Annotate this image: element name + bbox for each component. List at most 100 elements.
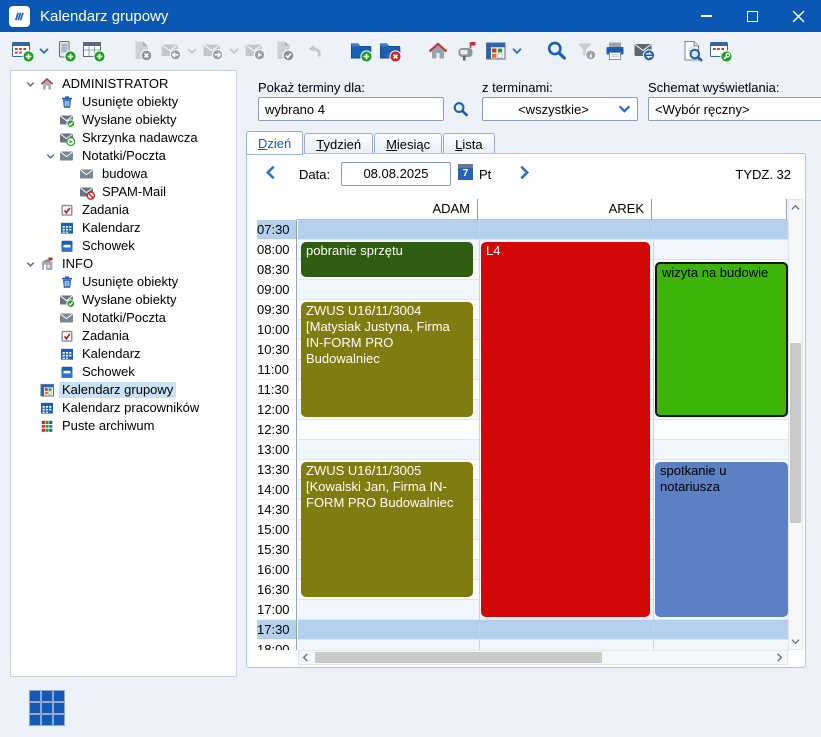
scroll-up-icon[interactable]	[789, 201, 802, 214]
tree-item-usuni-te-obiekty[interactable]: Usunięte obiekty	[11, 93, 236, 111]
delete-folder-button[interactable]	[375, 36, 404, 66]
time-label: 12:00	[257, 400, 296, 420]
week-number-label: TYDZ. 32	[735, 167, 791, 182]
calendar-event[interactable]: L4	[481, 242, 650, 617]
tree-item-spam-mail[interactable]: SPAM-Mail	[11, 183, 236, 201]
date-label: Data:	[299, 167, 330, 182]
calendar-event[interactable]: ZWUS U16/11/3005 [Kowalski Jan, Firma IN…	[301, 462, 473, 597]
print-button[interactable]	[600, 36, 629, 66]
expander-chevron-icon[interactable]	[41, 151, 59, 162]
expander-chevron-icon[interactable]	[21, 259, 39, 270]
display-scheme-select[interactable]: <Wybór ręczny>	[648, 97, 821, 121]
show-for-input[interactable]: wybrano 4	[258, 97, 444, 121]
tab-day[interactable]: Dzień	[246, 131, 303, 155]
trash-icon	[59, 274, 75, 290]
tree-item-kalendarz[interactable]: Kalendarz	[11, 219, 236, 237]
calendar-header: ADAMAREK	[297, 199, 787, 220]
time-label: 15:00	[257, 520, 296, 540]
mailbox-button[interactable]	[452, 36, 481, 66]
tree-item-label: Schowek	[79, 364, 138, 380]
tree-item-schowek[interactable]: Schowek	[11, 237, 236, 255]
close-icon	[792, 10, 805, 23]
minimize-button[interactable]	[683, 0, 729, 32]
tree-item-label: Wysłane obiekty	[79, 292, 180, 308]
toolbar-separator	[108, 36, 127, 66]
apps-grid-cell	[42, 691, 52, 701]
toolbar-separator	[658, 36, 677, 66]
horizontal-scroll-thumb[interactable]	[315, 652, 602, 663]
next-day-button[interactable]	[515, 163, 533, 181]
print-preview-button[interactable]	[677, 36, 706, 66]
mail-check-icon	[59, 112, 75, 128]
calendar-event[interactable]: ZWUS U16/11/3004 [Matysiak Justyna, Firm…	[301, 302, 473, 417]
tree-item-budowa[interactable]: budowa	[11, 165, 236, 183]
scroll-down-icon[interactable]	[789, 635, 802, 648]
send-receive-button[interactable]	[629, 36, 658, 66]
tree-item-schowek[interactable]: Schowek	[11, 363, 236, 381]
tree-item-puste-archiwum[interactable]: Puste archiwum	[11, 417, 236, 435]
tree-item-notatki-poczta[interactable]: Notatki/Poczta	[11, 309, 236, 327]
mail-icon	[79, 166, 95, 182]
home-button[interactable]	[423, 36, 452, 66]
tree-item-wys-ane-obiekty[interactable]: Wysłane obiekty	[11, 291, 236, 309]
time-label: 13:00	[257, 440, 296, 460]
grid-row-1730[interactable]	[298, 620, 788, 640]
tab-list[interactable]: Lista	[443, 133, 494, 155]
new-folder-button[interactable]	[346, 36, 375, 66]
new-entry-button[interactable]	[79, 36, 108, 66]
date-picker-icon[interactable]: 7	[458, 164, 473, 180]
scroll-left-icon[interactable]	[299, 651, 312, 664]
mail-sync-icon	[632, 39, 656, 63]
minimize-icon	[701, 15, 712, 17]
horizontal-scrollbar[interactable]	[298, 650, 788, 665]
calendar-event[interactable]: wizyta na budowie	[655, 262, 788, 417]
maximize-button[interactable]	[729, 0, 775, 32]
tasks-icon	[59, 202, 75, 218]
forward-dropdown-chevron-icon	[227, 36, 240, 66]
new-appointment-dropdown-chevron-icon[interactable]	[37, 36, 50, 66]
with-appointments-select[interactable]: <wszystkie>	[482, 97, 638, 121]
calendar-plus-icon	[11, 39, 35, 63]
calendar-views-dropdown-chevron-icon[interactable]	[510, 36, 523, 66]
tree-item-usuni-te-obiekty[interactable]: Usunięte obiekty	[11, 273, 236, 291]
tab-month[interactable]: Miesiąc	[374, 133, 442, 155]
column-header-empty	[652, 199, 787, 220]
date-input[interactable]: 08.08.2025	[341, 162, 451, 186]
tree-item-kalendarz-grupowy[interactable]: Kalendarz grupowy	[11, 381, 236, 399]
close-button[interactable]	[775, 0, 821, 32]
tree-item-skrzynka-nadawcza[interactable]: Skrzynka nadawcza	[11, 129, 236, 147]
tree-item-kalendarz[interactable]: Kalendarz	[11, 345, 236, 363]
prev-day-button[interactable]	[261, 163, 279, 181]
tree-item-notatki-poczta[interactable]: Notatki/Poczta	[11, 147, 236, 165]
scroll-right-icon[interactable]	[773, 651, 786, 664]
window-title: Kalendarz grupowy	[40, 8, 683, 25]
grid-row-1800[interactable]	[298, 640, 788, 650]
new-phone-note-button[interactable]	[50, 36, 79, 66]
search-button[interactable]	[542, 36, 571, 66]
expander-chevron-icon[interactable]	[21, 79, 39, 90]
new-appointment-button[interactable]	[8, 36, 37, 66]
apps-grid-button[interactable]	[30, 691, 66, 727]
calendar-settings-button[interactable]	[706, 36, 735, 66]
tab-week[interactable]: Tydzień	[304, 133, 373, 155]
tree-item-kalendarz-pracownik-w[interactable]: Kalendarz pracowników	[11, 399, 236, 417]
display-scheme-label: Schemat wyświetlania:	[648, 80, 780, 95]
calendar-event[interactable]: spotkanie u notariusza	[655, 462, 788, 617]
calendar-grid[interactable]: pobranie sprzętu ZWUS U16/11/3004 [Matysi…	[298, 220, 788, 650]
tree-item-info[interactable]: INFO	[11, 255, 236, 273]
tree-item-wys-ane-obiekty[interactable]: Wysłane obiekty	[11, 111, 236, 129]
tree-item-zadania[interactable]: Zadania	[11, 327, 236, 345]
tree-item-administrator[interactable]: ADMINISTRATOR	[11, 75, 236, 93]
time-label: 09:30	[257, 300, 296, 320]
vertical-scroll-thumb[interactable]	[790, 343, 801, 523]
calendar-event[interactable]: pobranie sprzętu	[301, 242, 473, 277]
tree-item-zadania[interactable]: Zadania	[11, 201, 236, 219]
time-label: 15:30	[257, 540, 296, 560]
employee-search-button[interactable]	[448, 97, 472, 121]
tree-item-label: ADMINISTRATOR	[59, 76, 171, 92]
tree-item-label: Kalendarz grupowy	[59, 382, 176, 398]
tree-item-label: Notatki/Poczta	[79, 148, 169, 164]
calendar-views-button[interactable]	[481, 36, 510, 66]
grid-row-0730[interactable]	[298, 220, 788, 240]
vertical-scrollbar[interactable]	[788, 199, 803, 650]
